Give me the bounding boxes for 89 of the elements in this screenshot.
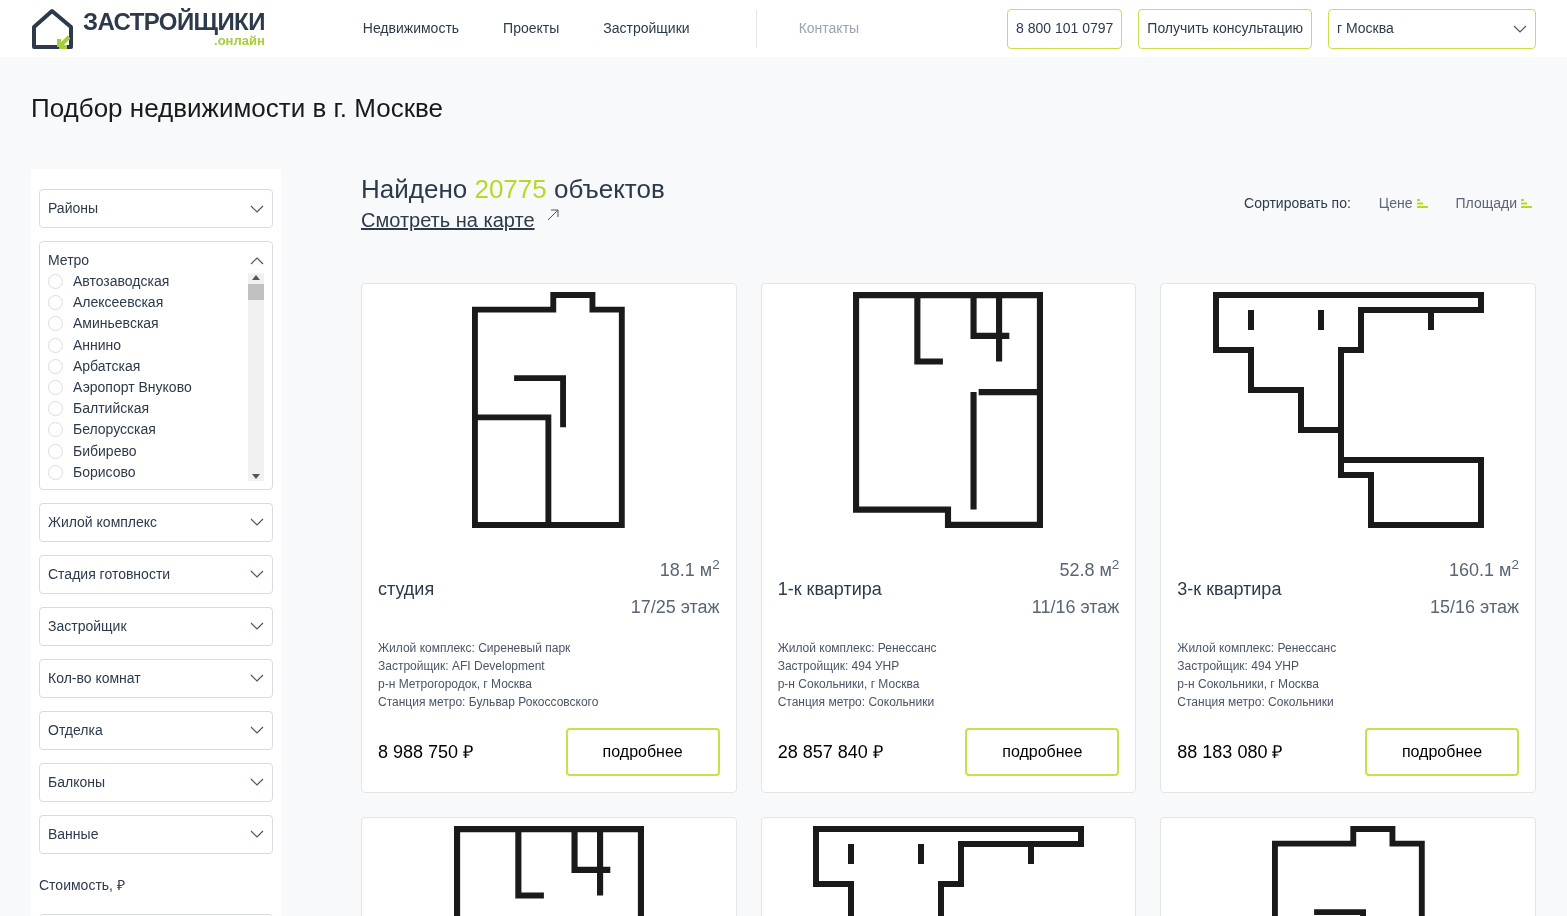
sort-label: Сортировать по:	[1244, 194, 1351, 213]
metro-option[interactable]: Арбатская	[48, 355, 248, 377]
consultation-button[interactable]: Получить консультацию	[1138, 8, 1312, 49]
listing-detail: Жилой комплекс: Ренессанс	[777, 640, 938, 657]
metro-option[interactable]: Белорусская	[48, 419, 248, 441]
chevron-down-icon	[250, 778, 264, 787]
apartment-type: студия	[378, 577, 435, 601]
radio-button[interactable]	[48, 274, 63, 290]
filter-select[interactable]: Районы	[39, 189, 273, 228]
radio-button[interactable]	[48, 422, 63, 438]
radio-button[interactable]	[48, 464, 63, 480]
filter-select[interactable]: Жилой комплекс	[39, 502, 273, 542]
price: 8 988 750 ₽	[378, 740, 474, 764]
metro-option[interactable]: Аминьевская	[48, 313, 248, 335]
metro-option[interactable]: Автозаводская	[48, 271, 248, 293]
radio-button[interactable]	[48, 380, 63, 396]
scroll-down-icon[interactable]	[252, 473, 260, 479]
listing-detail: р-н Метрогородок, г Москва	[378, 676, 534, 693]
chevron-down-icon	[250, 570, 264, 579]
filter-select[interactable]: Отделка	[39, 710, 273, 750]
scrollbar[interactable]	[248, 273, 264, 481]
nav-link[interactable]: Застройщики	[603, 18, 690, 39]
phone-button[interactable]: 8 800 101 0797	[1007, 8, 1123, 49]
apartment-type: 3-к квартира	[1177, 577, 1282, 601]
filter-select[interactable]: Стадия готовности	[39, 554, 273, 594]
metro-option[interactable]: Аэропорт Внуково	[48, 376, 248, 399]
radio-button[interactable]	[48, 337, 63, 353]
apartment-type: 1-к квартира	[777, 577, 882, 601]
sort-icon	[1416, 199, 1428, 208]
area: 18.1 м$^{2}$	[659, 557, 720, 584]
chevron-up-icon	[250, 256, 264, 265]
metro-option[interactable]: Бибирево	[48, 440, 248, 462]
logo-name: ЗАСТРОЙЩИКИ	[83, 10, 265, 34]
filter-select[interactable]: Кол-во комнат	[39, 658, 273, 698]
nav-link[interactable]: Недвижимость	[362, 18, 460, 39]
logo-domain: .онлайн	[214, 34, 265, 47]
chevron-down-icon	[250, 830, 264, 839]
filter-label: Стоимость, ₽	[39, 875, 126, 895]
sort-option[interactable]: Площади	[1455, 193, 1532, 214]
listing-detail: Застройщик: 494 УНР	[1177, 658, 1300, 675]
metro-option[interactable]: Аннино	[48, 334, 248, 356]
listing-detail: Станция метро: Сокольники	[1177, 694, 1335, 711]
filter-select[interactable]: Балконы	[39, 762, 273, 802]
listing-detail: Застройщик: AFI Development	[378, 658, 546, 675]
listing-detail: Станция метро: Сокольники	[777, 694, 936, 711]
radio-button[interactable]	[48, 401, 63, 417]
scrollbar-thumb[interactable]	[248, 284, 264, 300]
radio-button[interactable]	[48, 295, 63, 311]
results-count: Найдено 20775 объектов	[361, 173, 665, 205]
house-logo-icon	[31, 6, 75, 51]
floor: 11/16 этаж	[1031, 596, 1120, 619]
details-button[interactable]: подробнее	[1365, 728, 1519, 776]
area: 52.8 м$^{2}$	[1059, 557, 1120, 584]
chevron-down-icon	[250, 518, 264, 527]
radio-button[interactable]	[48, 443, 63, 459]
chevron-down-icon	[250, 204, 264, 213]
filter-toggle[interactable]: Метро	[48, 250, 264, 271]
map-link[interactable]: Смотреть на карте	[361, 205, 535, 235]
floor: 15/16 этаж	[1430, 596, 1519, 619]
chevron-down-icon	[250, 622, 264, 631]
radio-button[interactable]	[48, 358, 63, 374]
listing-detail: Застройщик: 494 УНР	[777, 658, 901, 675]
metro-option[interactable]: Алексеевская	[48, 292, 248, 314]
listing-detail: р-н Сокольники, г Москва	[1177, 676, 1320, 693]
price: 88 183 080 ₽	[1177, 740, 1283, 764]
page-title: Подбор недвижимости в г. Москве	[30, 92, 444, 124]
price: 28 857 840 ₽	[777, 740, 883, 764]
metro-option[interactable]: Балтийская	[48, 398, 248, 420]
radio-button[interactable]	[48, 316, 63, 332]
nav-link[interactable]: Проекты	[503, 18, 560, 39]
filter-select[interactable]: Застройщик	[39, 606, 273, 646]
chevron-down-icon	[250, 674, 264, 683]
chevron-down-icon	[250, 726, 264, 735]
area: 160.1 м$^{2}$	[1449, 557, 1519, 584]
listing-detail: Жилой комплекс: Сиреневый парк	[378, 640, 572, 657]
listing-detail: Жилой комплекс: Ренессанс	[1177, 640, 1338, 657]
details-button[interactable]: подробнее	[565, 728, 720, 776]
details-button[interactable]: подробнее	[965, 728, 1120, 776]
listing-detail: р-н Сокольники, г Москва	[777, 676, 921, 693]
external-link-icon	[546, 209, 559, 221]
city-select[interactable]: г Москва	[1328, 8, 1536, 49]
sort-icon	[1521, 199, 1532, 208]
listing-detail: Станция метро: Бульвар Рокоссовского	[378, 694, 600, 711]
metro-option[interactable]: Борисово	[48, 461, 248, 483]
sort-option[interactable]: Цене	[1378, 193, 1428, 214]
chevron-down-icon	[1513, 24, 1527, 33]
floor: 17/25 этаж	[630, 596, 720, 619]
scroll-up-icon[interactable]	[252, 275, 260, 280]
filter-select[interactable]: Ванные	[39, 814, 273, 854]
